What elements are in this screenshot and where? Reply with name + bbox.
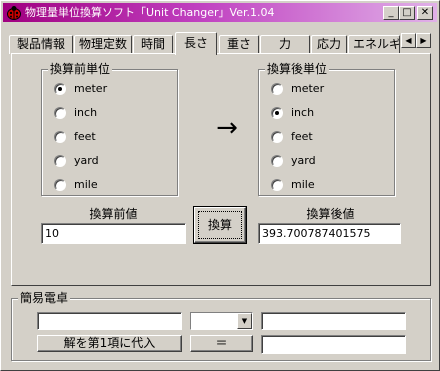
radio-selected-icon[interactable] [271, 107, 283, 119]
radio-icon[interactable] [271, 83, 283, 95]
to-unit-group: 換算後単位 meter inch feet yard mile [258, 62, 395, 196]
calc-operator-select[interactable]: ▼ [190, 312, 253, 330]
right-arrow-icon: → [216, 113, 238, 143]
app-window: 物理量単位換算ソフト「Unit Changer」Ver.1.04 _ □ ✕ 製… [0, 0, 440, 371]
radio-icon[interactable] [271, 179, 283, 191]
radio-label: yard [291, 154, 316, 167]
tab-stress[interactable]: 応力 [311, 35, 347, 54]
focus-rect [198, 211, 242, 239]
radio-label: mile [74, 178, 98, 191]
radio-label: mile [291, 178, 315, 191]
radio-icon[interactable] [271, 155, 283, 167]
radio-icon[interactable] [54, 155, 66, 167]
tab-strip: 製品情報 物理定数 時間 長さ 重さ 力 応力 エネルギ ◀ ▶ [9, 31, 433, 55]
tab-physical-constants[interactable]: 物理定数 [74, 35, 132, 54]
ladybug-app-icon [7, 6, 21, 20]
radio-label: inch [74, 106, 98, 119]
calc-operand1-field[interactable] [37, 312, 182, 330]
tab-weight[interactable]: 重さ [219, 35, 259, 54]
maximize-button[interactable]: □ [399, 6, 415, 20]
radio-label: feet [291, 130, 313, 143]
equals-button[interactable]: ＝ [190, 335, 253, 352]
from-unit-group: 換算前単位 meter inch feet yard mile [41, 62, 178, 196]
radio-label: meter [291, 82, 325, 95]
tab-scroll-right-icon[interactable]: ▶ [416, 33, 431, 48]
radio-icon[interactable] [54, 179, 66, 191]
length-tab-panel: 換算前単位 meter inch feet yard mile → 換算後単位 … [11, 53, 431, 286]
title-bar[interactable]: 物理量単位換算ソフト「Unit Changer」Ver.1.04 _ □ ✕ [3, 3, 437, 22]
radio-label: feet [74, 130, 96, 143]
minimize-button[interactable]: _ [383, 6, 399, 20]
calc-operand2-field[interactable] [261, 312, 406, 330]
radio-selected-icon[interactable] [54, 83, 66, 95]
tab-scroll-left-icon[interactable]: ◀ [401, 33, 416, 48]
tab-product-info[interactable]: 製品情報 [9, 35, 73, 54]
radio-icon[interactable] [271, 131, 283, 143]
output-value-field[interactable]: 393.700787401575 [258, 223, 401, 244]
calc-result-field[interactable] [261, 335, 406, 354]
radio-label: meter [74, 82, 108, 95]
tab-length[interactable]: 長さ [175, 32, 217, 55]
radio-icon[interactable] [54, 107, 66, 119]
from-unit-group-title: 換算前単位 [48, 62, 113, 76]
radio-icon[interactable] [54, 131, 66, 143]
calculator-group-title: 簡易電卓 [18, 291, 71, 305]
input-value-field[interactable]: 10 [41, 223, 186, 244]
tab-time[interactable]: 時間 [133, 35, 173, 54]
window-title: 物理量単位換算ソフト「Unit Changer」Ver.1.04 [25, 6, 275, 19]
to-unit-group-title: 換算後単位 [265, 62, 330, 76]
radio-label: inch [291, 106, 315, 119]
assign-result-button[interactable]: 解を第1項に代入 [37, 335, 182, 352]
input-value-label: 換算前値 [89, 207, 138, 221]
tab-force[interactable]: 力 [260, 35, 310, 54]
close-button[interactable]: ✕ [417, 6, 433, 20]
tab-energy[interactable]: エネルギ [348, 35, 400, 54]
radio-label: yard [74, 154, 99, 167]
convert-button[interactable]: 換算 [193, 206, 247, 244]
chevron-down-icon[interactable]: ▼ [237, 313, 252, 329]
output-value-label: 換算後値 [306, 207, 355, 221]
